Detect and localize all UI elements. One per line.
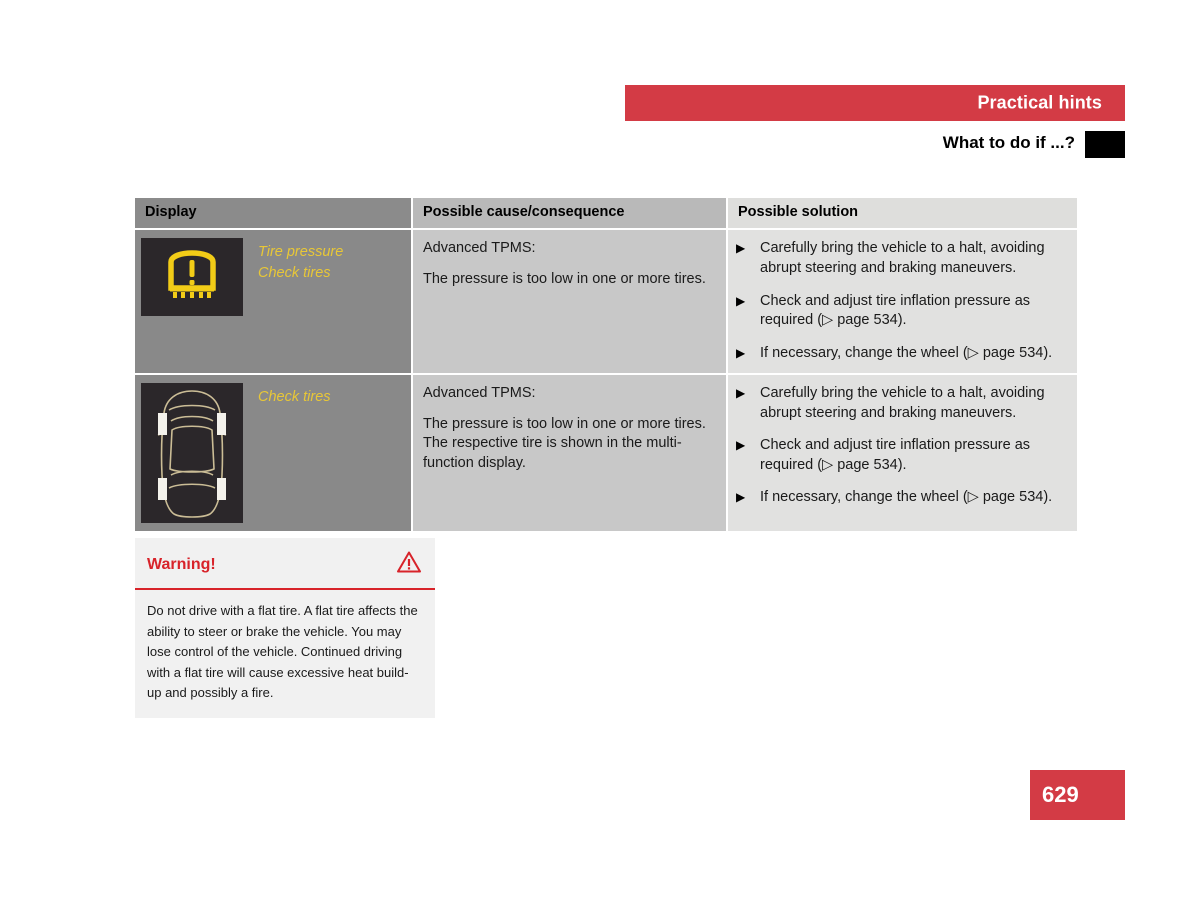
page-number: 629: [1042, 782, 1079, 807]
column-header-solution: Possible solution: [726, 198, 1077, 229]
solution-step-text: Check and adjust tire inflation pressure…: [760, 437, 1031, 473]
triangle-bullet-icon: ▶: [736, 241, 746, 256]
warning-callout: Warning! Do not drive with a flat tire. …: [135, 538, 435, 718]
table-header-row: Display Possible cause/consequence Possi…: [135, 198, 1077, 229]
section-header-bar: Practical hints: [625, 85, 1125, 121]
cell-cause: Advanced TPMS: The pressure is too low i…: [411, 375, 726, 532]
triangle-bullet-icon: ▶: [736, 386, 746, 401]
page-number-badge: 629: [1030, 770, 1125, 820]
column-header-solution-label: Possible solution: [738, 204, 859, 220]
cause-body: The pressure is too low in one or more t…: [423, 270, 706, 287]
solution-step-text: If necessary, change the wheel (▷ page 5…: [760, 489, 1053, 506]
cell-solution: ▶ Carefully bring the vehicle to a halt,…: [726, 375, 1077, 532]
cause-lead: Advanced TPMS:: [423, 240, 536, 257]
display-label-line: Tire pressure: [258, 244, 344, 261]
solution-step-text: Carefully bring the vehicle to a halt, a…: [760, 240, 1045, 276]
header-black-marker: [1085, 131, 1125, 158]
display-label-line: Check tires: [258, 389, 331, 406]
display-labels: Check tires: [243, 383, 331, 408]
column-header-cause: Possible cause/consequence: [411, 198, 726, 229]
solution-step-text: If necessary, change the wheel (▷ page 5…: [760, 344, 1053, 361]
solution-step: ▶ Check and adjust tire inflation pressu…: [733, 436, 1069, 475]
section-title: Practical hints: [977, 92, 1102, 113]
triangle-bullet-icon: ▶: [736, 438, 746, 453]
car-top-view-tires-icon: [141, 383, 243, 524]
warning-header: Warning!: [135, 538, 435, 590]
cell-cause: Advanced TPMS: The pressure is too low i…: [411, 230, 726, 374]
triangle-bullet-icon: ▶: [736, 490, 746, 505]
solution-step-text: Carefully bring the vehicle to a halt, a…: [760, 385, 1045, 421]
solution-step: ▶ If necessary, change the wheel (▷ page…: [733, 344, 1069, 364]
table-row: Tire pressure Check tires Advanced TPMS:…: [135, 228, 1077, 374]
cause-body: The pressure is too low in one or more t…: [423, 415, 706, 471]
warning-title: Warning!: [147, 555, 216, 573]
column-header-display-label: Display: [145, 204, 197, 220]
solution-step: ▶ Carefully bring the vehicle to a halt,…: [733, 384, 1069, 423]
solution-step: ▶ Check and adjust tire inflation pressu…: [733, 292, 1069, 331]
cause-lead: Advanced TPMS:: [423, 385, 536, 402]
warning-triangle-icon: [396, 550, 422, 579]
solution-step: ▶ Carefully bring the vehicle to a halt,…: [733, 239, 1069, 278]
cell-display: Tire pressure Check tires: [135, 230, 411, 374]
triangle-bullet-icon: ▶: [736, 293, 746, 308]
column-header-display: Display: [135, 198, 411, 229]
solution-step: ▶ If necessary, change the wheel (▷ page…: [733, 488, 1069, 508]
tpms-warning-icon: [141, 238, 243, 317]
cell-display: Check tires: [135, 375, 411, 532]
table-row: Check tires Advanced TPMS: The pressure …: [135, 373, 1077, 532]
column-header-cause-label: Possible cause/consequence: [423, 204, 625, 220]
display-label-line: Check tires: [258, 264, 331, 281]
solution-step-text: Check and adjust tire inflation pressure…: [760, 292, 1031, 329]
troubleshooting-table: Display Possible cause/consequence Possi…: [135, 198, 1077, 532]
display-labels: Tire pressure Check tires: [243, 238, 343, 283]
warning-body-text: Do not drive with a flat tire. A flat ti…: [147, 603, 418, 701]
cell-solution: ▶ Carefully bring the vehicle to a halt,…: [726, 230, 1077, 374]
page-subtitle: What to do if ...?: [942, 133, 1075, 152]
triangle-bullet-icon: ▶: [736, 345, 746, 360]
